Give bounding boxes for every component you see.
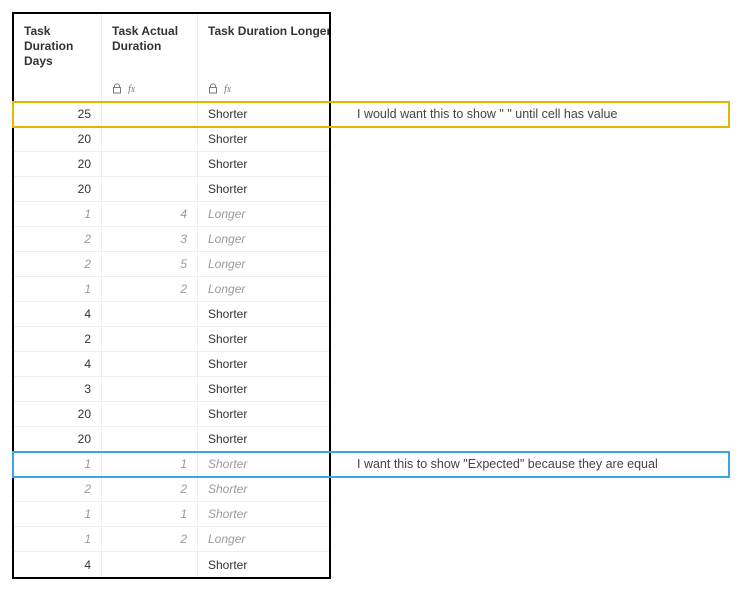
cell-actual-duration[interactable]: 2 (102, 277, 198, 301)
cell-actual-duration[interactable]: 1 (102, 502, 198, 526)
table-row[interactable]: 20 Shorter (14, 402, 329, 427)
cell-longer-shorter[interactable]: Longer (198, 252, 329, 276)
cell-duration-days[interactable]: 2 (14, 227, 102, 251)
cell-longer-shorter[interactable]: Shorter (198, 152, 329, 176)
cell-duration-days[interactable]: 20 (14, 152, 102, 176)
table-row[interactable]: 4 Shorter (14, 352, 329, 377)
cell-actual-duration[interactable]: 2 (102, 527, 198, 551)
lock-icon (112, 83, 122, 94)
table-row[interactable]: 12Longer (14, 277, 329, 302)
cell-actual-duration[interactable] (102, 352, 198, 376)
column-header-label: Task Duration Days (24, 24, 91, 69)
cell-duration-days[interactable]: 2 (14, 327, 102, 351)
column-header-longer-shorter[interactable]: Task Duration Longer or Shorter fx (198, 14, 329, 101)
cell-actual-duration[interactable]: 5 (102, 252, 198, 276)
cell-actual-duration[interactable]: 2 (102, 477, 198, 501)
cell-longer-shorter[interactable]: Longer (198, 277, 329, 301)
cell-longer-shorter[interactable]: Shorter (198, 377, 329, 401)
cell-longer-shorter[interactable]: Shorter (198, 302, 329, 326)
annotation-text-blue: I want this to show "Expected" because t… (357, 457, 658, 471)
svg-text:fx: fx (128, 84, 136, 94)
cell-longer-shorter[interactable]: Longer (198, 227, 329, 251)
cell-longer-shorter[interactable]: Shorter (198, 477, 329, 501)
table-row[interactable]: 22Shorter (14, 477, 329, 502)
svg-text:fx: fx (224, 84, 232, 94)
table-row[interactable]: 2 Shorter (14, 327, 329, 352)
cell-duration-days[interactable]: 1 (14, 502, 102, 526)
cell-longer-shorter[interactable]: Shorter (198, 127, 329, 151)
lock-icon (208, 83, 218, 94)
formula-icon: fx (224, 83, 236, 94)
table-row[interactable]: 4 Shorter (14, 552, 329, 577)
cell-longer-shorter[interactable]: Shorter (198, 552, 329, 577)
cell-duration-days[interactable]: 2 (14, 252, 102, 276)
cell-actual-duration[interactable] (102, 127, 198, 151)
table-body: 25Shorter20Shorter20Shorter20Shorter14Lo… (14, 102, 329, 577)
table-row[interactable]: 20 Shorter (14, 177, 329, 202)
table-row[interactable]: 12Longer (14, 527, 329, 552)
annotation-text-yellow: I would want this to show " " until cell… (357, 107, 617, 121)
cell-actual-duration[interactable] (102, 427, 198, 451)
cell-duration-days[interactable]: 20 (14, 177, 102, 201)
table-header: Task Duration Days Task Actual Duration … (14, 14, 329, 102)
cell-duration-days[interactable]: 4 (14, 302, 102, 326)
cell-duration-days[interactable]: 4 (14, 352, 102, 376)
table-row[interactable]: 14Longer (14, 202, 329, 227)
table-row[interactable]: 25Longer (14, 252, 329, 277)
cell-actual-duration[interactable] (102, 552, 198, 577)
cell-longer-shorter[interactable]: Longer (198, 202, 329, 226)
table-row[interactable]: 4 Shorter (14, 302, 329, 327)
column-header-actual-duration[interactable]: Task Actual Duration fx (102, 14, 198, 101)
cell-longer-shorter[interactable]: Shorter (198, 402, 329, 426)
data-table: Task Duration Days Task Actual Duration … (12, 12, 331, 579)
cell-actual-duration[interactable] (102, 377, 198, 401)
cell-actual-duration[interactable] (102, 152, 198, 176)
cell-actual-duration[interactable] (102, 327, 198, 351)
cell-duration-days[interactable]: 20 (14, 427, 102, 451)
cell-actual-duration[interactable]: 4 (102, 202, 198, 226)
column-header-duration-days[interactable]: Task Duration Days (14, 14, 102, 101)
cell-duration-days[interactable]: 1 (14, 527, 102, 551)
cell-actual-duration[interactable]: 3 (102, 227, 198, 251)
table-row[interactable]: 20 Shorter (14, 152, 329, 177)
formula-icon: fx (128, 83, 140, 94)
cell-duration-days[interactable]: 20 (14, 402, 102, 426)
table-row[interactable]: 20 Shorter (14, 427, 329, 452)
cell-actual-duration[interactable] (102, 177, 198, 201)
table-row[interactable]: 11Shorter (14, 502, 329, 527)
cell-actual-duration[interactable] (102, 402, 198, 426)
cell-longer-shorter[interactable]: Shorter (198, 427, 329, 451)
column-header-label: Task Duration Longer or Shorter (208, 24, 319, 39)
cell-longer-shorter[interactable]: Longer (198, 527, 329, 551)
table-row[interactable]: 3 Shorter (14, 377, 329, 402)
cell-duration-days[interactable]: 1 (14, 202, 102, 226)
cell-duration-days[interactable]: 2 (14, 477, 102, 501)
cell-longer-shorter[interactable]: Shorter (198, 327, 329, 351)
table-row[interactable]: 23Longer (14, 227, 329, 252)
cell-longer-shorter[interactable]: Shorter (198, 502, 329, 526)
table-row[interactable]: 20 Shorter (14, 127, 329, 152)
cell-longer-shorter[interactable]: Shorter (198, 177, 329, 201)
cell-duration-days[interactable]: 3 (14, 377, 102, 401)
cell-actual-duration[interactable] (102, 302, 198, 326)
cell-duration-days[interactable]: 1 (14, 277, 102, 301)
column-header-label: Task Actual Duration (112, 24, 187, 54)
cell-duration-days[interactable]: 20 (14, 127, 102, 151)
cell-duration-days[interactable]: 4 (14, 552, 102, 577)
cell-longer-shorter[interactable]: Shorter (198, 352, 329, 376)
